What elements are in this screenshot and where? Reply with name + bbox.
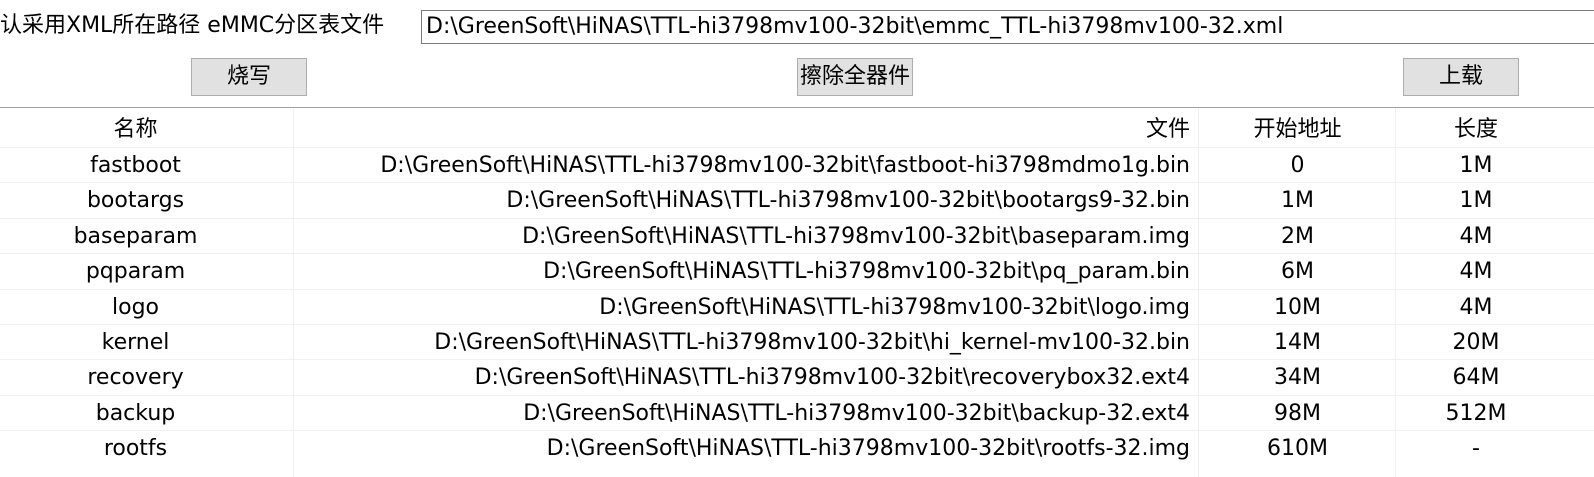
cell-name: baseparam xyxy=(73,223,198,249)
cell-name: rootfs xyxy=(103,436,168,462)
cell-length: - xyxy=(1472,436,1480,462)
cell-name: fastboot xyxy=(90,153,181,178)
cell-length: 64M xyxy=(1452,365,1500,391)
table-row[interactable]: pqparam D:\GreenSoft\HiNAS\TTL-hi3798mv10… xyxy=(0,254,1594,289)
cell-file: D:\GreenSoft\HiNAS\TTL-hi3798mv100-32bit… xyxy=(543,259,1190,285)
cell-length: 4M xyxy=(1459,294,1493,320)
cell-length: 1M xyxy=(1459,188,1493,214)
table-row[interactable]: kernel D:\GreenSoft\HiNAS\TTL-hi3798mv100… xyxy=(0,325,1594,360)
header-length[interactable]: 长度 xyxy=(1396,112,1556,147)
cell-name: backup xyxy=(95,400,176,426)
header-start-address[interactable]: 开始地址 xyxy=(1200,112,1395,147)
table-row[interactable]: backup D:\GreenSoft\HiNAS\TTL-hi3798mv100… xyxy=(0,396,1594,431)
table-row[interactable]: rootfs D:\GreenSoft\HiNAS\TTL-hi3798mv100… xyxy=(0,431,1594,466)
cell-file: D:\GreenSoft\HiNAS\TTL-hi3798mv100-32bit… xyxy=(380,153,1190,178)
cell-name: logo xyxy=(112,294,159,320)
cell-start-address: 2M xyxy=(1281,223,1314,249)
cell-start-address: 610M xyxy=(1267,436,1328,462)
xml-path-label: 认采用XML所在路径 eMMC分区表文件 xyxy=(0,13,385,38)
cell-start-address: 34M xyxy=(1274,365,1321,391)
table-row[interactable]: bootargs D:\GreenSoft\HiNAS\TTL-hi3798mv1… xyxy=(0,183,1594,218)
cell-length: 20M xyxy=(1452,330,1500,355)
partition-tool-window: 认采用XML所在路径 eMMC分区表文件 D:\GreenSoft\HiNAS\… xyxy=(0,0,1594,477)
cell-file: D:\GreenSoft\HiNAS\TTL-hi3798mv100-32bit… xyxy=(522,223,1190,249)
cell-file: D:\GreenSoft\HiNAS\TTL-hi3798mv100-32bit… xyxy=(434,330,1190,355)
cell-start-address: 98M xyxy=(1274,400,1321,426)
cell-file: D:\GreenSoft\HiNAS\TTL-hi3798mv100-32bit… xyxy=(599,294,1190,320)
cell-length: 4M xyxy=(1459,223,1493,249)
cell-file: D:\GreenSoft\HiNAS\TTL-hi3798mv100-32bit… xyxy=(546,436,1190,462)
cell-length: 4M xyxy=(1459,259,1493,285)
upload-button[interactable]: 上载 xyxy=(1403,58,1519,96)
cell-start-address: 6M xyxy=(1281,259,1314,285)
cell-file: D:\GreenSoft\HiNAS\TTL-hi3798mv100-32bit… xyxy=(506,188,1190,214)
cell-file: D:\GreenSoft\HiNAS\TTL-hi3798mv100-32bit… xyxy=(474,365,1190,391)
cell-length: 512M xyxy=(1445,400,1507,426)
cell-start-address: 14M xyxy=(1274,330,1321,355)
table-row[interactable]: logo D:\GreenSoft\HiNAS\TTL-hi3798mv100-3… xyxy=(0,290,1594,325)
table-header-row: 名称 文件 开始地址 长度 xyxy=(0,112,1594,147)
cell-file: D:\GreenSoft\HiNAS\TTL-hi3798mv100-32bit… xyxy=(523,400,1190,426)
table-row[interactable]: fastboot D:\GreenSoft\HiNAS\TTL-hi3798mv1… xyxy=(0,148,1594,183)
table-row[interactable]: recovery D:\GreenSoft\HiNAS\TTL-hi3798mv1… xyxy=(0,360,1594,395)
erase-all-button[interactable]: 擦除全器件 xyxy=(797,58,913,96)
cell-name: kernel xyxy=(101,330,170,355)
cell-name: pqparam xyxy=(85,259,186,285)
cell-start-address: 0 xyxy=(1290,153,1305,178)
header-file[interactable]: 文件 xyxy=(294,112,1194,147)
partition-table: 名称 文件 开始地址 长度 fastboot D:\GreenSoft\HiNAS… xyxy=(0,107,1594,477)
xml-path-row: 认采用XML所在路径 eMMC分区表文件 D:\GreenSoft\HiNAS\… xyxy=(0,6,1594,46)
write-button[interactable]: 烧写 xyxy=(191,58,307,96)
cell-name: recovery xyxy=(87,365,184,391)
xml-path-input[interactable]: D:\GreenSoft\HiNAS\TTL-hi3798mv100-32bit… xyxy=(421,10,1594,44)
cell-start-address: 1M xyxy=(1281,188,1314,214)
cell-start-address: 10M xyxy=(1274,294,1321,320)
header-name[interactable]: 名称 xyxy=(0,112,271,147)
table-row[interactable]: baseparam D:\GreenSoft\HiNAS\TTL-hi3798mv… xyxy=(0,219,1594,254)
cell-name: bootargs xyxy=(86,188,185,214)
cell-length: 1M xyxy=(1459,153,1493,178)
